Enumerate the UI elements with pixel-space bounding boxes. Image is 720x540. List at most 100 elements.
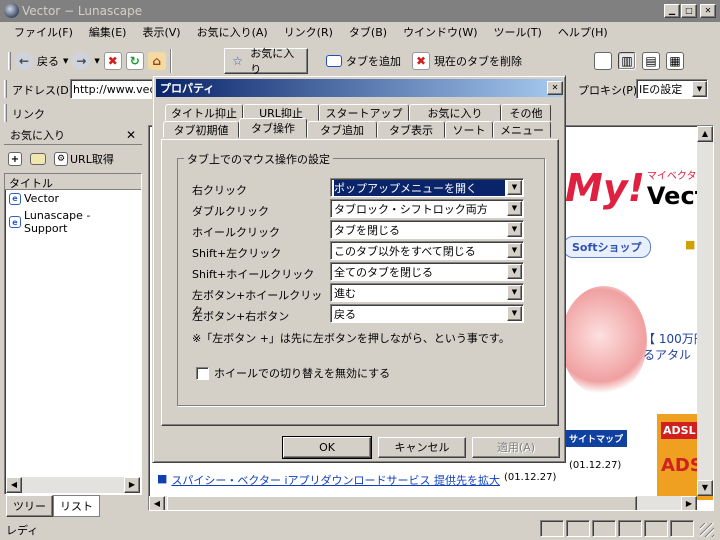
- scroll-left-icon[interactable]: ◀: [149, 496, 165, 510]
- menu-links[interactable]: リンク(R): [276, 24, 341, 40]
- dialog-close-icon[interactable]: ✕: [547, 81, 563, 95]
- tab-tab-add[interactable]: タブ追加: [307, 121, 377, 138]
- content-hscrollbar[interactable]: ◀ ▶: [149, 496, 697, 510]
- dialog-title: プロパティ: [160, 82, 215, 95]
- tab-favorites[interactable]: お気に入り: [409, 104, 501, 121]
- layout-tile-icon[interactable]: ▤: [642, 52, 660, 70]
- favorites-button[interactable]: ☆ お気に入り: [224, 47, 308, 76]
- sitemap-link[interactable]: サイトマップ: [565, 430, 628, 447]
- scroll-up-icon[interactable]: ▲: [697, 126, 713, 142]
- menu-tab[interactable]: タブ(B): [341, 24, 395, 40]
- sidebar-tab-list[interactable]: リスト: [53, 495, 100, 517]
- folder-icon[interactable]: [30, 153, 46, 165]
- select-shift-left-click[interactable]: このタブ以外をすべて閉じる ▼: [330, 241, 524, 260]
- menu-view[interactable]: 表示(V): [134, 24, 188, 40]
- menu-window[interactable]: ウインドウ(W): [395, 24, 485, 40]
- toolbar-grip[interactable]: [8, 52, 11, 70]
- tab-other[interactable]: その他: [501, 104, 551, 121]
- scroll-right-icon[interactable]: ▶: [681, 496, 697, 510]
- tab-sort[interactable]: ソート: [445, 121, 493, 138]
- layout-panel-icon[interactable]: ▦: [666, 52, 684, 70]
- content-vscrollbar[interactable]: ▲ ▼: [697, 126, 713, 496]
- label-wheel-click: ホイールクリック: [192, 226, 280, 239]
- back-dropdown-icon[interactable]: ▼: [63, 57, 68, 65]
- disable-wheel-switch-checkbox[interactable]: ホイールでの切り替えを無効にする: [196, 365, 390, 381]
- favorites-list[interactable]: タイトル e Vector e Lunascape - Support: [4, 173, 142, 495]
- dialog-title-bar[interactable]: プロパティ: [156, 79, 562, 97]
- lunascape-app-icon[interactable]: [4, 3, 19, 18]
- select-left-wheel-click[interactable]: 進む ▼: [330, 283, 524, 302]
- home-icon[interactable]: ⌂: [147, 52, 166, 70]
- layout-single-icon[interactable]: [594, 52, 612, 70]
- remove-tab-button[interactable]: ✖ 現在のタブを削除: [408, 48, 526, 74]
- tab-startup[interactable]: スタートアップ: [319, 104, 409, 121]
- select-double-click[interactable]: タブロック・シフトロック両方 ▼: [330, 199, 524, 218]
- menu-edit[interactable]: 編集(E): [81, 24, 135, 40]
- tab-title-suppress[interactable]: タイトル抑止: [165, 104, 243, 121]
- menu-bar: ファイル(F) 編集(E) 表示(V) お気に入り(A) リンク(R) タブ(B…: [0, 22, 720, 42]
- menu-tools[interactable]: ツール(T): [486, 24, 550, 40]
- softshop-link[interactable]: Softショップ: [563, 236, 651, 258]
- maximize-icon[interactable]: □: [681, 4, 697, 18]
- select-left-right-button[interactable]: 戻る ▼: [330, 304, 524, 323]
- add-tab-button[interactable]: タブを追加: [322, 48, 405, 74]
- chevron-down-icon[interactable]: ▼: [507, 180, 522, 195]
- tab-tab-operation[interactable]: タブ操作: [239, 118, 307, 138]
- chevron-down-icon[interactable]: ▼: [507, 243, 522, 258]
- list-item[interactable]: e Vector: [5, 190, 141, 207]
- column-header-title[interactable]: タイトル: [5, 174, 141, 190]
- url-fetch-icon[interactable]: ⚙: [54, 152, 68, 166]
- cancel-button[interactable]: キャンセル: [378, 437, 466, 458]
- sidebar-close-icon[interactable]: ✕: [126, 128, 136, 142]
- refresh-icon[interactable]: ↻: [125, 52, 144, 70]
- scroll-thumb[interactable]: [167, 496, 637, 510]
- forward-arrow-icon[interactable]: →: [72, 52, 91, 70]
- back-button[interactable]: 戻る: [37, 53, 59, 69]
- tab-panel: タブ上でのマウス操作の設定 右クリック ポップアップメニューを開く ▼ ダブルク…: [161, 139, 559, 426]
- links-label[interactable]: リンク: [12, 106, 45, 122]
- resize-grip-icon[interactable]: [700, 523, 714, 537]
- close-icon[interactable]: ✕: [700, 4, 716, 18]
- chevron-down-icon[interactable]: ▼: [507, 222, 522, 237]
- apply-button[interactable]: 適用(A): [472, 437, 560, 458]
- scroll-left-icon[interactable]: ◀: [6, 477, 22, 493]
- chevron-down-icon[interactable]: ▼: [507, 264, 522, 279]
- select-right-click[interactable]: ポップアップメニューを開く ▼: [330, 178, 524, 197]
- scroll-right-icon[interactable]: ▶: [124, 477, 140, 493]
- window-title-bar[interactable]: Vector − Lunascape: [0, 0, 720, 22]
- menu-help[interactable]: ヘルプ(H): [550, 24, 616, 40]
- add-favorite-icon[interactable]: +: [8, 152, 22, 166]
- select-shift-wheel-click[interactable]: 全てのタブを閉じる ▼: [330, 262, 524, 281]
- back-arrow-icon[interactable]: ←: [15, 52, 33, 70]
- tab-menu[interactable]: メニュー: [493, 121, 551, 138]
- select-double-click-value: タブロック・シフトロック両方: [334, 202, 488, 216]
- chevron-down-icon[interactable]: ▼: [507, 201, 522, 216]
- url-fetch-button[interactable]: URL取得: [70, 151, 114, 167]
- address-input[interactable]: http://www.vec: [70, 79, 160, 99]
- sidebar-hscrollbar[interactable]: ◀ ▶: [6, 477, 140, 493]
- chevron-down-icon[interactable]: ▼: [507, 306, 522, 321]
- minimize-icon[interactable]: ▁: [664, 4, 680, 18]
- forward-dropdown-icon[interactable]: ▼: [94, 57, 99, 65]
- menu-file[interactable]: ファイル(F): [6, 24, 81, 40]
- promo-text-2[interactable]: るアタル: [643, 346, 691, 363]
- chevron-down-icon[interactable]: ▼: [507, 285, 522, 300]
- checkbox-box[interactable]: [196, 366, 209, 380]
- select-shift-wheel-click-value: 全てのタブを閉じる: [334, 265, 433, 279]
- scroll-down-icon[interactable]: ▼: [697, 480, 713, 496]
- remove-tab-label: 現在のタブを削除: [434, 55, 522, 68]
- news-link[interactable]: スパイシー・ベクター iアプリダウンロードサービス 提供先を拡大: [171, 472, 500, 488]
- sidebar-tab-tree[interactable]: ツリー: [6, 495, 53, 517]
- tab-tab-defaults[interactable]: タブ初期値: [163, 121, 239, 138]
- ok-button[interactable]: OK: [282, 436, 372, 459]
- layout-split-icon[interactable]: ▥: [618, 52, 636, 70]
- select-wheel-click[interactable]: タブを閉じる ▼: [330, 220, 524, 239]
- list-item[interactable]: e Lunascape - Support: [5, 207, 141, 237]
- tab-tab-display[interactable]: タブ表示: [377, 121, 445, 138]
- label-right-click: 右クリック: [192, 184, 247, 197]
- chevron-down-icon[interactable]: ▼: [692, 81, 707, 97]
- stop-icon[interactable]: ✖: [103, 52, 122, 70]
- menu-favorites[interactable]: お気に入り(A): [189, 24, 276, 40]
- proxy-select[interactable]: IEの設定 ▼: [636, 79, 708, 99]
- news-date-1: (01.12.27): [569, 460, 622, 471]
